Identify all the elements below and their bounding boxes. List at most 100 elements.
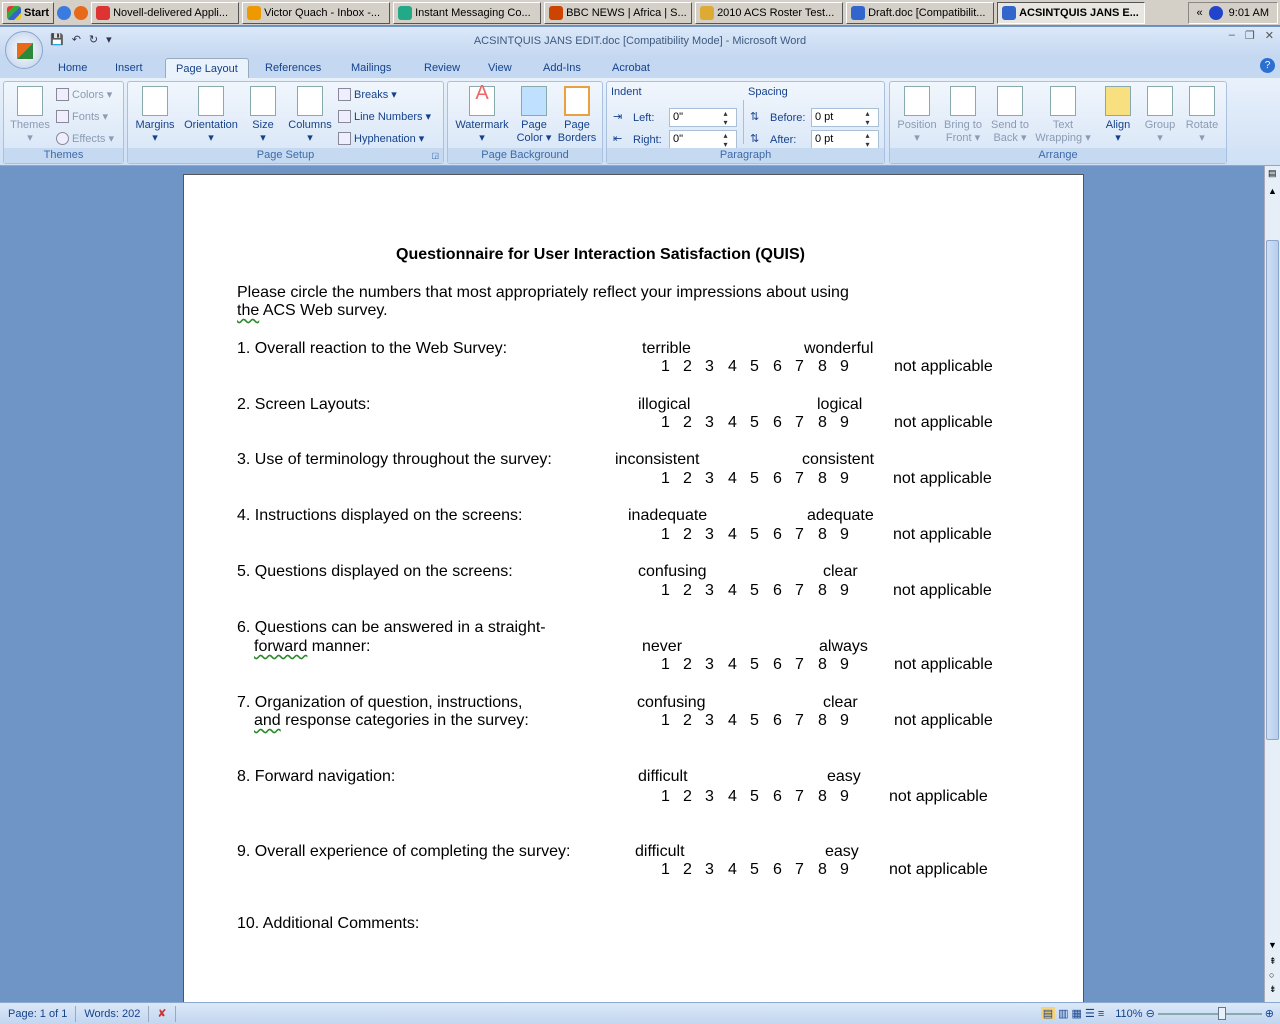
web-layout-view-icon[interactable]: ▦ xyxy=(1072,1007,1082,1020)
scale-option[interactable]: 2 xyxy=(683,526,692,544)
scale-option[interactable]: 1 xyxy=(661,656,670,674)
help-icon[interactable]: ? xyxy=(1260,58,1275,73)
tab-add-ins[interactable]: Add-Ins xyxy=(533,58,591,78)
zoom-slider[interactable] xyxy=(1157,1006,1262,1020)
scale-option[interactable]: 5 xyxy=(750,470,759,488)
bring-to-front-button[interactable]: Bring to Front ▾ xyxy=(940,86,986,145)
scale-option[interactable]: 3 xyxy=(705,788,714,806)
scale-option[interactable]: 7 xyxy=(795,656,804,674)
line-numbers-button[interactable]: Line Numbers ▾ xyxy=(338,110,431,123)
firefox-icon[interactable] xyxy=(74,5,89,20)
scale-option[interactable]: 9 xyxy=(840,712,849,730)
scale-option[interactable]: 7 xyxy=(795,788,804,806)
scale-option[interactable]: 1 xyxy=(661,712,670,730)
minimize-button[interactable]: – xyxy=(1229,29,1235,42)
scale-option[interactable]: 6 xyxy=(773,712,782,730)
scale-option[interactable]: 2 xyxy=(683,470,692,488)
tab-insert[interactable]: Insert xyxy=(105,58,153,78)
scale-option[interactable]: 4 xyxy=(728,582,737,600)
scale-option[interactable]: 4 xyxy=(728,470,737,488)
scale-option[interactable]: 3 xyxy=(705,470,714,488)
scale-option[interactable]: 1 xyxy=(661,861,670,879)
scroll-down-icon[interactable]: ▼ xyxy=(1268,940,1277,950)
scale-option[interactable]: 5 xyxy=(750,526,759,544)
scale-option[interactable]: 7 xyxy=(795,526,804,544)
position-button[interactable]: Position ▾ xyxy=(894,86,940,145)
scale-option[interactable]: 2 xyxy=(683,712,692,730)
taskbar-item[interactable]: Draft.doc [Compatibilit... xyxy=(846,1,995,24)
scale-option[interactable]: 7 xyxy=(795,414,804,432)
scale-option[interactable]: 2 xyxy=(683,788,692,806)
ie-icon[interactable] xyxy=(57,5,72,20)
ruler-toggle-icon[interactable]: ▤ xyxy=(1268,168,1277,179)
tab-mailings[interactable]: Mailings xyxy=(341,58,401,78)
next-page-icon[interactable]: ⇟ xyxy=(1269,984,1277,995)
not-applicable-option[interactable]: not applicable xyxy=(889,861,988,879)
scale-option[interactable]: 9 xyxy=(840,788,849,806)
hyphenation-button[interactable]: Hyphenation ▾ xyxy=(338,132,424,145)
tab-review[interactable]: Review xyxy=(414,58,470,78)
scale-option[interactable]: 3 xyxy=(705,358,714,376)
not-applicable-option[interactable]: not applicable xyxy=(894,414,993,432)
watermark-button[interactable]: A Watermark ▾ xyxy=(452,83,512,145)
scale-option[interactable]: 3 xyxy=(705,712,714,730)
scale-option[interactable]: 6 xyxy=(773,582,782,600)
effects-button[interactable]: Effects ▾ xyxy=(56,132,114,145)
scale-option[interactable]: 5 xyxy=(750,788,759,806)
orientation-button[interactable]: Orientation ▾ xyxy=(180,86,242,145)
customize-qat-icon[interactable]: ▾ xyxy=(106,33,112,46)
scale-option[interactable]: 3 xyxy=(705,861,714,879)
scale-option[interactable]: 2 xyxy=(683,358,692,376)
document-page[interactable]: Questionnaire for User Interaction Satis… xyxy=(183,174,1084,1004)
scale-option[interactable]: 2 xyxy=(683,656,692,674)
taskbar-item[interactable]: Victor Quach - Inbox -... xyxy=(242,1,391,24)
dialog-launcher-icon[interactable]: ◲ xyxy=(431,148,439,163)
scale-option[interactable]: 3 xyxy=(705,414,714,432)
taskbar-item[interactable]: 2010 ACS Roster Test... xyxy=(695,1,844,24)
scale-option[interactable]: 1 xyxy=(661,414,670,432)
breaks-button[interactable]: Breaks ▾ xyxy=(338,88,397,101)
scale-option[interactable]: 6 xyxy=(773,414,782,432)
scale-option[interactable]: 1 xyxy=(661,582,670,600)
tray-expand-icon[interactable]: « xyxy=(1197,7,1203,19)
browse-object-icon[interactable]: ○ xyxy=(1269,970,1274,980)
restore-button[interactable]: ❐ xyxy=(1245,29,1255,42)
margins-button[interactable]: Margins ▾ xyxy=(132,86,178,145)
scale-option[interactable]: 4 xyxy=(728,861,737,879)
scale-option[interactable]: 9 xyxy=(840,470,849,488)
tab-home[interactable]: Home xyxy=(48,58,97,78)
scale-option[interactable]: 8 xyxy=(818,788,827,806)
taskbar-item[interactable]: BBC NEWS | Africa | S... xyxy=(544,1,693,24)
page-borders-button[interactable]: Page Borders xyxy=(556,86,598,145)
redo-icon[interactable]: ↻ xyxy=(89,33,98,46)
scale-option[interactable]: 2 xyxy=(683,861,692,879)
not-applicable-option[interactable]: not applicable xyxy=(894,712,993,730)
scale-option[interactable]: 3 xyxy=(705,526,714,544)
size-button[interactable]: Size ▾ xyxy=(248,86,278,145)
scale-option[interactable]: 3 xyxy=(705,582,714,600)
scale-option[interactable]: 8 xyxy=(818,861,827,879)
page-count[interactable]: Page: 1 of 1 xyxy=(0,1005,77,1022)
full-screen-reading-view-icon[interactable]: ▥ xyxy=(1058,1007,1068,1020)
scale-option[interactable]: 6 xyxy=(773,656,782,674)
scale-option[interactable]: 3 xyxy=(705,656,714,674)
scale-option[interactable]: 8 xyxy=(818,712,827,730)
zoom-in-icon[interactable]: ⊕ xyxy=(1265,1007,1274,1020)
scale-option[interactable]: 8 xyxy=(818,582,827,600)
scale-option[interactable]: 9 xyxy=(840,861,849,879)
scale-option[interactable]: 9 xyxy=(840,526,849,544)
scale-option[interactable]: 1 xyxy=(661,358,670,376)
themes-button[interactable]: Themes ▾ xyxy=(8,86,52,145)
not-applicable-option[interactable]: not applicable xyxy=(893,526,992,544)
taskbar-item[interactable]: ACSINTQUIS JANS E... xyxy=(997,1,1146,24)
scale-option[interactable]: 6 xyxy=(773,526,782,544)
scale-option[interactable]: 6 xyxy=(773,861,782,879)
tab-view[interactable]: View xyxy=(478,58,522,78)
page-color-button[interactable]: Page Color ▾ xyxy=(514,86,554,145)
scale-option[interactable]: 7 xyxy=(795,712,804,730)
scale-option[interactable]: 8 xyxy=(818,526,827,544)
print-layout-view-icon[interactable]: ▤ xyxy=(1040,1007,1056,1020)
tab-references[interactable]: References xyxy=(255,58,331,78)
spacing-before-input[interactable]: 0 pt xyxy=(811,108,879,127)
scale-option[interactable]: 4 xyxy=(728,656,737,674)
